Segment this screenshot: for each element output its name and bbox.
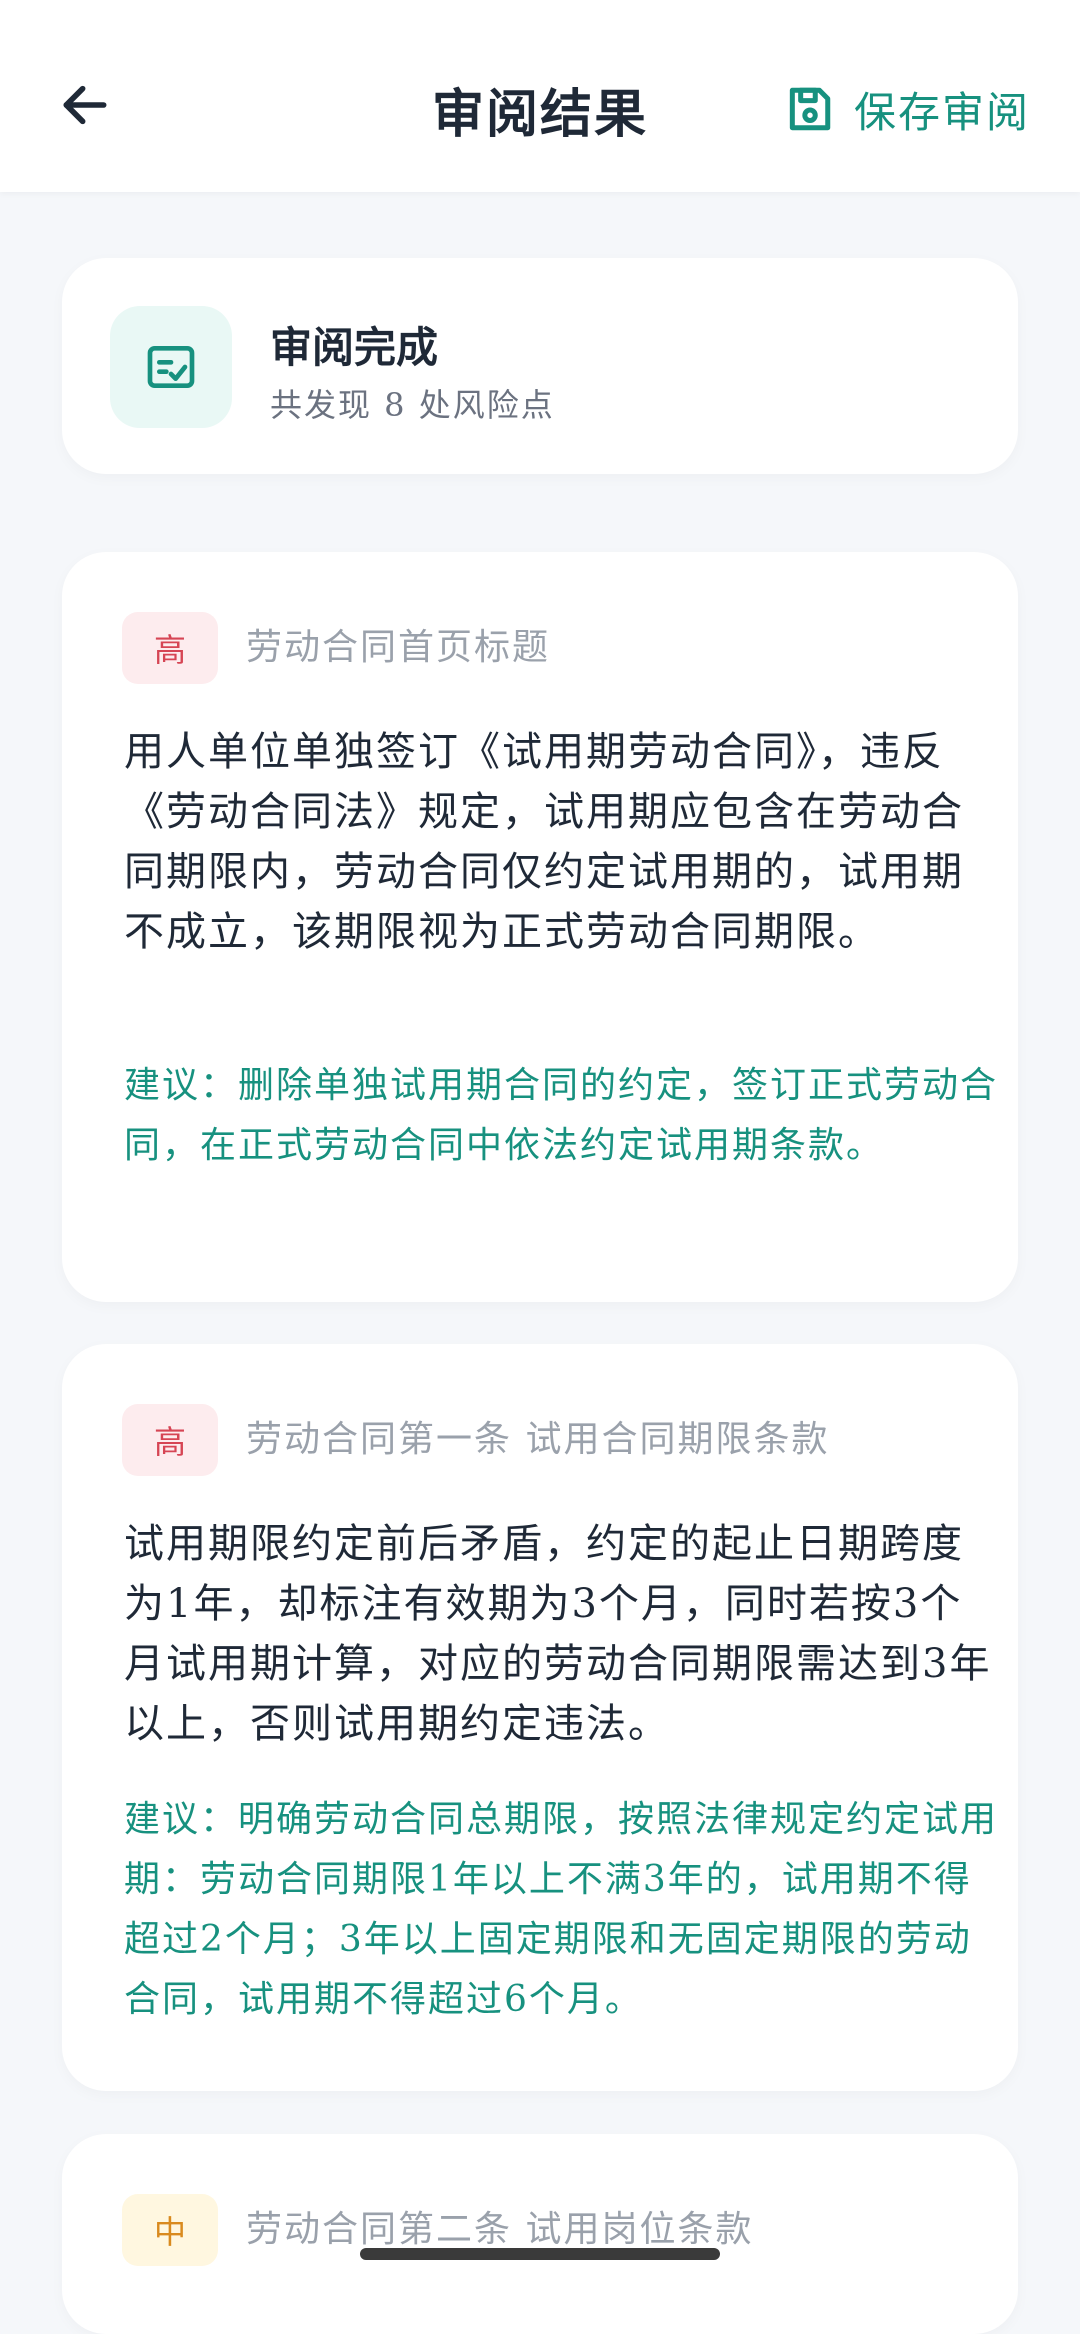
save-review-button[interactable]: 保存审阅 [784, 74, 1030, 144]
risk-level-badge: 高 [122, 612, 218, 684]
risk-level-badge: 中 [122, 2194, 218, 2266]
home-indicator[interactable] [360, 2248, 720, 2260]
risk-card[interactable]: 高 劳动合同首页标题 用人单位单独签订《试用期劳动合同》，违反《劳动合同法》规定… [62, 552, 1018, 1302]
risk-suggestion: 建议：明确劳动合同总期限，按照法律规定约定试用期：劳动合同期限1年以上不满3年的… [124, 1799, 999, 2020]
save-icon [789, 87, 831, 131]
checklist-icon [147, 346, 195, 388]
risk-card[interactable]: 高 劳动合同第一条 试用合同期限条款 试用期限约定前后矛盾，约定的起止日期跨度为… [62, 1344, 1018, 2091]
risk-section-title: 劳动合同首页标题 [246, 627, 551, 668]
save-button-label: 保存审阅 [853, 87, 1030, 137]
risk-card[interactable]: 中 劳动合同第二条 试用岗位条款 [62, 2134, 1018, 2334]
risk-description: 试用期限约定前后矛盾，约定的起止日期跨度为1年，却标注有效期为3个月，同时若按3… [124, 1521, 992, 1747]
risk-level-badge: 高 [122, 1404, 218, 1476]
app-header: 审阅结果 保存审阅 [0, 0, 1080, 192]
back-button[interactable] [50, 70, 120, 140]
arrow-left-icon [63, 85, 107, 125]
risk-suggestion: 建议：删除单独试用期合同的约定，签订正式劳动合同，在正式劳动合同中依法约定试用期… [124, 1065, 999, 1166]
risk-description: 用人单位单独签订《试用期劳动合同》，违反《劳动合同法》规定，试用期应包含在劳动合… [124, 729, 964, 955]
summary-subtitle: 共发现 8 处风险点 [270, 386, 555, 424]
risk-section-title: 劳动合同第一条 试用合同期限条款 [246, 1419, 830, 1460]
summary-icon-box [110, 306, 232, 428]
review-summary-card: 审阅完成 共发现 8 处风险点 [62, 258, 1018, 474]
risk-section-title: 劳动合同第二条 试用岗位条款 [246, 2209, 754, 2250]
summary-title: 审阅完成 [270, 323, 439, 372]
